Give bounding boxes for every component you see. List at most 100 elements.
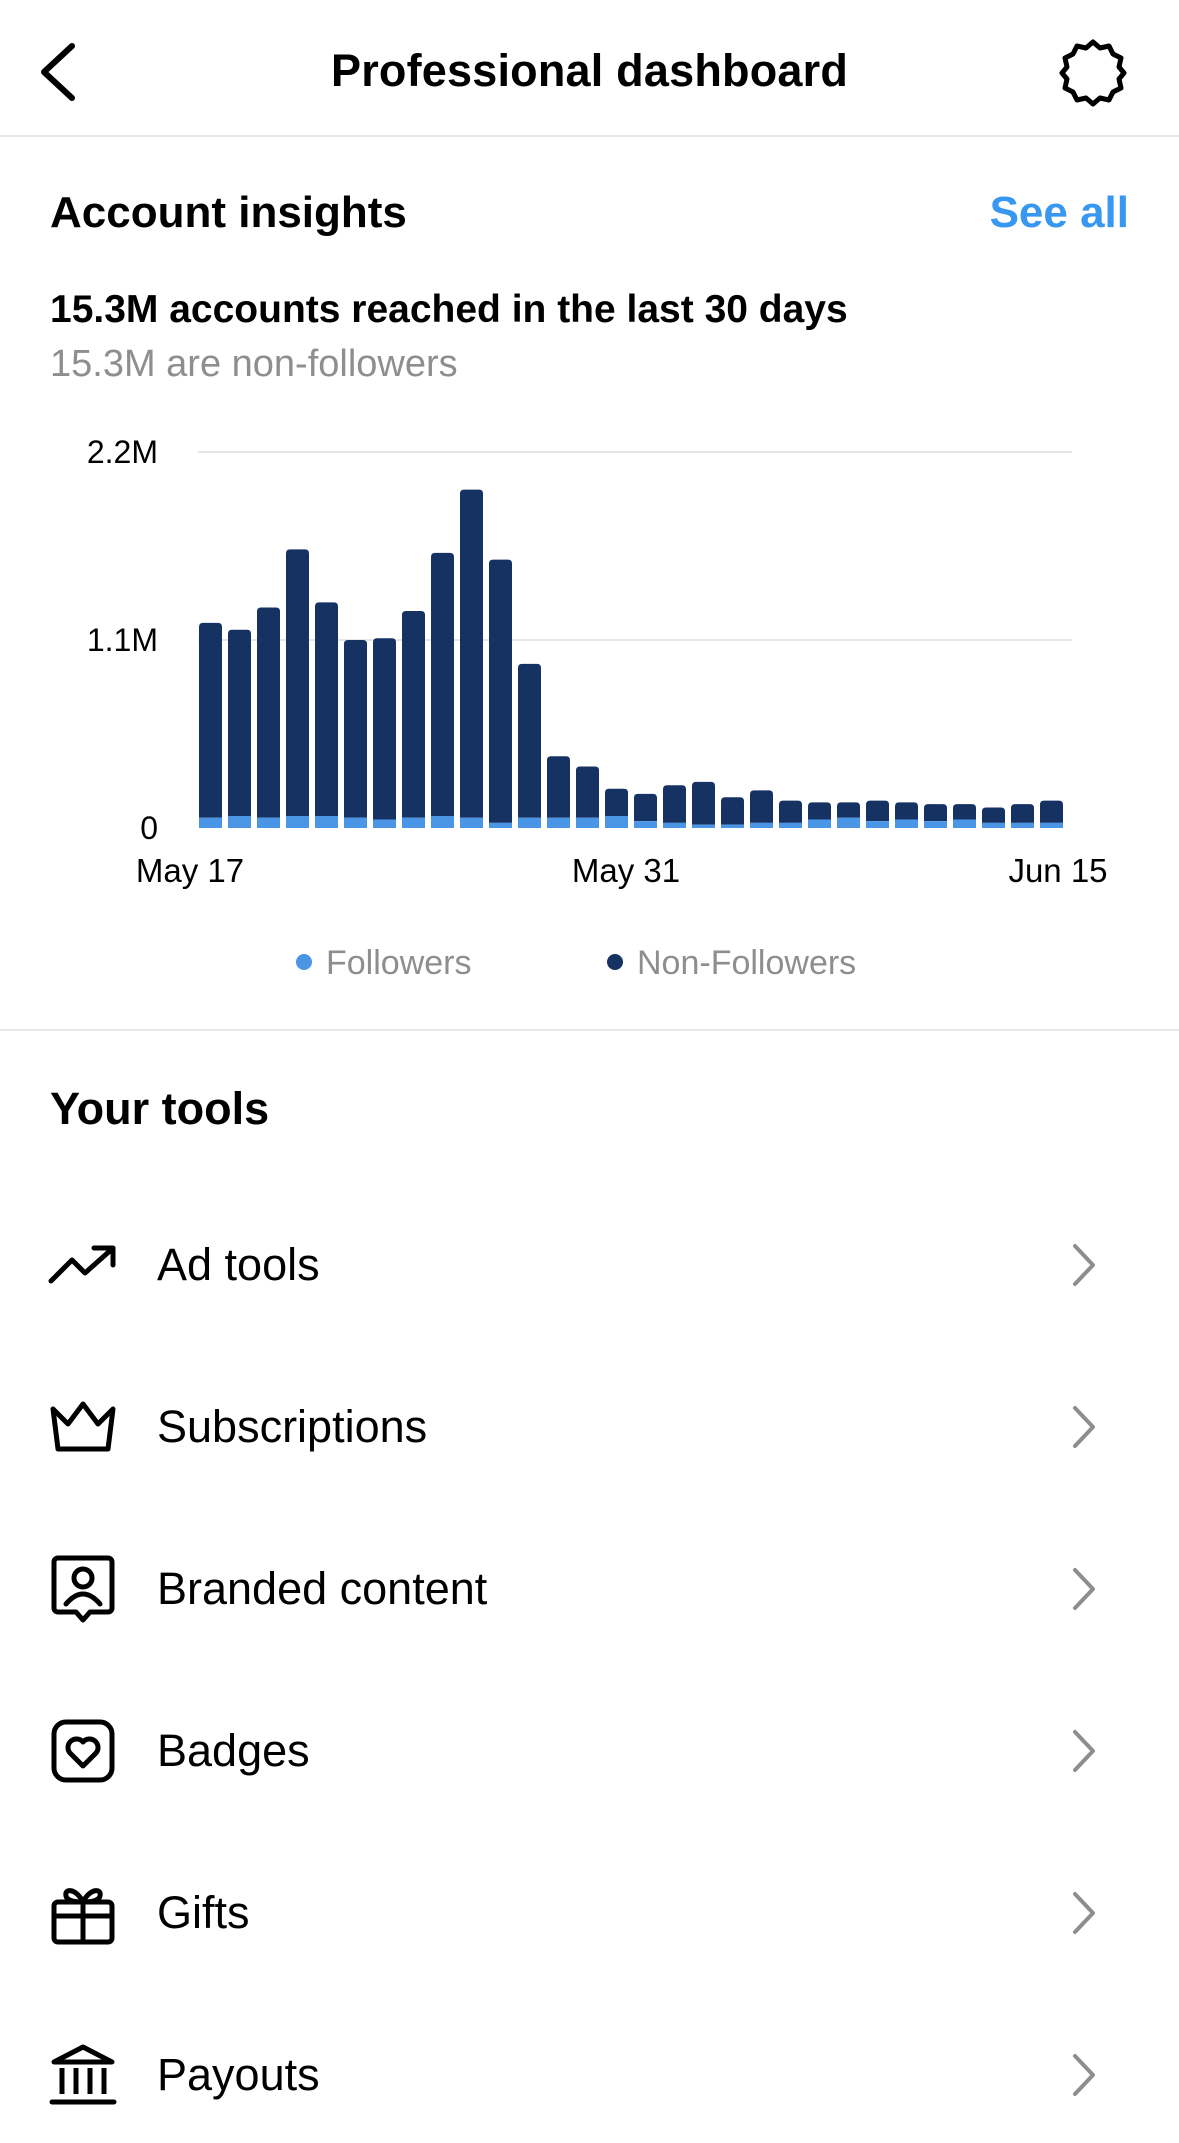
bar-non-followers bbox=[866, 800, 889, 822]
y-tick-label: 2.2M bbox=[87, 434, 158, 470]
y-tick-label: 0 bbox=[140, 810, 158, 846]
bar-non-followers bbox=[518, 663, 541, 818]
bar-followers bbox=[286, 816, 309, 828]
x-tick-label: May 31 bbox=[572, 852, 680, 889]
heart-badge-icon bbox=[47, 1715, 119, 1787]
payouts-row[interactable]: Payouts bbox=[0, 1997, 1179, 2143]
bar-non-followers bbox=[895, 802, 918, 820]
section-divider bbox=[0, 1029, 1179, 1031]
your-tools-heading: Your tools bbox=[50, 1083, 270, 1134]
legend-label: Non-Followers bbox=[637, 944, 856, 980]
bar-non-followers bbox=[460, 489, 483, 818]
gifts-row[interactable]: Gifts bbox=[0, 1835, 1179, 1985]
tool-label: Badges bbox=[157, 1725, 310, 1776]
chart-bars bbox=[199, 489, 1063, 828]
bar-non-followers bbox=[344, 640, 367, 818]
bar-non-followers bbox=[547, 756, 570, 818]
bar-non-followers bbox=[373, 638, 396, 820]
bar-followers bbox=[576, 817, 599, 828]
trending-up-icon bbox=[47, 1229, 119, 1301]
bar-non-followers bbox=[286, 549, 309, 817]
tool-label: Gifts bbox=[157, 1887, 250, 1938]
bar-followers bbox=[518, 817, 541, 828]
x-axis-labels: May 17 May 31 Jun 15 bbox=[136, 852, 1108, 889]
bar-followers bbox=[953, 819, 976, 828]
bar-followers bbox=[228, 816, 251, 828]
bar-non-followers bbox=[924, 804, 947, 822]
bar-followers bbox=[605, 816, 628, 828]
bar-non-followers bbox=[199, 622, 222, 818]
bar-followers bbox=[721, 824, 744, 828]
chevron-right-icon bbox=[1064, 1563, 1104, 1615]
bar-followers bbox=[344, 817, 367, 828]
chevron-right-icon bbox=[1064, 1725, 1104, 1777]
account-insights-heading: Account insights bbox=[50, 188, 407, 237]
legend-label: Followers bbox=[326, 944, 471, 980]
bar-non-followers bbox=[779, 800, 802, 823]
bar-followers bbox=[837, 817, 860, 828]
settings-button[interactable] bbox=[1056, 36, 1130, 110]
legend-dot bbox=[296, 954, 312, 970]
bar-followers bbox=[866, 821, 889, 828]
bar-followers bbox=[1011, 822, 1034, 828]
reach-summary: 15.3M accounts reached in the last 30 da… bbox=[50, 288, 848, 331]
tool-label: Branded content bbox=[157, 1563, 488, 1614]
bar-non-followers bbox=[721, 797, 744, 825]
bar-non-followers bbox=[837, 802, 860, 818]
badges-row[interactable]: Badges bbox=[0, 1673, 1179, 1823]
reach-bar-chart: 2.2M 1.1M 0 May 17 May 31 Jun 15 Followers No… bbox=[87, 434, 1108, 980]
bar-non-followers bbox=[402, 610, 425, 818]
bar-followers bbox=[315, 816, 338, 828]
bank-icon bbox=[47, 2039, 119, 2111]
chevron-right-icon bbox=[1064, 2049, 1104, 2101]
x-tick-label: May 17 bbox=[136, 852, 244, 889]
ad-tools-row[interactable]: Ad tools bbox=[0, 1187, 1179, 1337]
bar-followers bbox=[895, 819, 918, 828]
bar-non-followers bbox=[431, 552, 454, 817]
y-tick-label: 1.1M bbox=[87, 622, 158, 658]
chevron-right-icon bbox=[1064, 1401, 1104, 1453]
bar-non-followers bbox=[1011, 804, 1034, 823]
bar-non-followers bbox=[228, 629, 251, 817]
see-all-link[interactable]: See all bbox=[990, 188, 1129, 238]
bar-followers bbox=[402, 817, 425, 828]
bar-followers bbox=[634, 821, 657, 828]
bar-non-followers bbox=[750, 790, 773, 823]
bar-non-followers bbox=[315, 602, 338, 817]
y-axis-labels: 2.2M 1.1M 0 bbox=[87, 434, 158, 846]
branded-content-icon bbox=[47, 1553, 119, 1625]
bar-non-followers bbox=[634, 793, 657, 822]
bar-followers bbox=[692, 824, 715, 828]
tool-label: Payouts bbox=[157, 2049, 320, 2100]
bar-followers bbox=[489, 822, 512, 828]
bar-non-followers bbox=[982, 807, 1005, 823]
bar-followers bbox=[431, 816, 454, 828]
chevron-right-icon bbox=[1064, 1239, 1104, 1291]
bar-non-followers bbox=[257, 607, 280, 818]
page-title: Professional dashboard bbox=[330, 45, 849, 96]
bar-non-followers bbox=[663, 785, 686, 823]
bar-followers bbox=[1040, 822, 1063, 828]
bar-non-followers bbox=[953, 804, 976, 820]
branded-content-row[interactable]: Branded content bbox=[0, 1511, 1179, 1661]
gear-icon bbox=[1059, 39, 1127, 107]
bar-followers bbox=[779, 822, 802, 828]
bar-followers bbox=[257, 817, 280, 828]
tool-label: Subscriptions bbox=[157, 1401, 428, 1452]
bar-non-followers bbox=[489, 559, 512, 823]
legend-dot bbox=[607, 954, 623, 970]
bar-followers bbox=[750, 822, 773, 828]
bar-followers bbox=[808, 819, 831, 828]
bar-non-followers bbox=[576, 766, 599, 818]
bar-followers bbox=[982, 822, 1005, 828]
bar-followers bbox=[547, 817, 570, 828]
bar-non-followers bbox=[605, 788, 628, 817]
subscriptions-row[interactable]: Subscriptions bbox=[0, 1349, 1179, 1499]
bar-followers bbox=[373, 819, 396, 828]
chart-legend: Followers Non-Followers bbox=[296, 944, 856, 980]
non-followers-summary: 15.3M are non-followers bbox=[50, 343, 458, 385]
top-bar: Professional dashboard bbox=[0, 0, 1179, 137]
bar-followers bbox=[924, 821, 947, 828]
bar-non-followers bbox=[1040, 800, 1063, 823]
bar-non-followers bbox=[692, 781, 715, 825]
